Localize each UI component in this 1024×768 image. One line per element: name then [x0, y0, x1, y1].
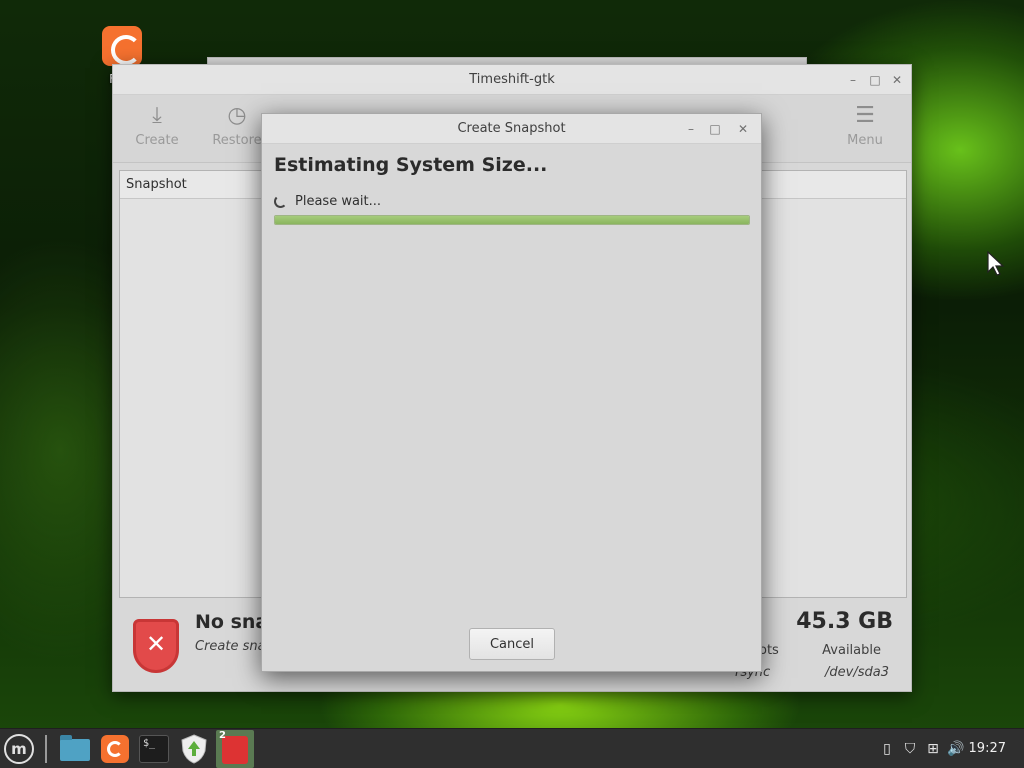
- minimize-button[interactable]: –: [845, 72, 861, 88]
- cancel-button[interactable]: Cancel: [469, 628, 555, 660]
- dialog-maximize-button[interactable]: □: [707, 121, 723, 137]
- progress-bar: [274, 215, 750, 225]
- maximize-button[interactable]: □: [867, 72, 883, 88]
- security-shield-icon[interactable]: ⛉: [901, 729, 919, 768]
- main-titlebar[interactable]: Timeshift-gtk – □ ✕: [113, 65, 911, 95]
- dialog-titlebar[interactable]: Create Snapshot – □ ✕: [262, 114, 761, 144]
- volume-icon[interactable]: 🔊: [946, 729, 966, 768]
- create-button[interactable]: ⤓ Create: [122, 101, 192, 148]
- progress-fill: [275, 216, 749, 224]
- mouse-pointer-icon: [987, 251, 1005, 276]
- clipboard-icon[interactable]: ▯: [878, 729, 896, 768]
- network-icon[interactable]: ⊞: [924, 729, 942, 768]
- workspace-badge: 2: [219, 730, 226, 741]
- create-label: Create: [135, 133, 179, 148]
- taskbar-separator: [45, 735, 47, 763]
- available-size: 45.3 GB: [796, 609, 893, 634]
- dialog-close-button[interactable]: ✕: [735, 121, 751, 137]
- main-window-title: Timeshift-gtk: [469, 72, 555, 87]
- menu-label: Menu: [847, 133, 883, 148]
- files-launcher-icon[interactable]: [60, 735, 90, 761]
- shield-error-icon: [133, 619, 179, 673]
- hamburger-icon: ☰: [855, 103, 875, 128]
- clock[interactable]: 19:27: [969, 729, 1006, 768]
- dialog-message: Please wait...: [274, 194, 381, 209]
- firefox-launcher-icon[interactable]: [101, 735, 129, 763]
- update-manager-icon[interactable]: [180, 734, 208, 764]
- device-label: /dev/sda3: [825, 665, 889, 680]
- timeshift-task-button[interactable]: 2: [216, 730, 254, 768]
- firefox-icon: [102, 26, 142, 66]
- create-snapshot-dialog: Create Snapshot – □ ✕ Estimating System …: [261, 113, 762, 672]
- start-menu-button[interactable]: m: [4, 734, 34, 764]
- menu-button[interactable]: ☰ Menu: [830, 101, 900, 148]
- dialog-minimize-button[interactable]: –: [683, 121, 699, 137]
- spinner-icon: [274, 195, 287, 208]
- terminal-prompt: $_: [143, 738, 156, 749]
- taskbar: m $_ 2 ▯ ⛉ ⊞ 🔊 19:27: [0, 728, 1024, 768]
- dialog-heading: Estimating System Size...: [274, 154, 548, 176]
- download-icon: ⤓: [152, 103, 162, 128]
- terminal-launcher-icon[interactable]: $_: [139, 735, 169, 763]
- available-label: Available: [822, 643, 881, 658]
- dialog-message-text: Please wait...: [295, 194, 382, 209]
- close-button[interactable]: ✕: [889, 72, 905, 88]
